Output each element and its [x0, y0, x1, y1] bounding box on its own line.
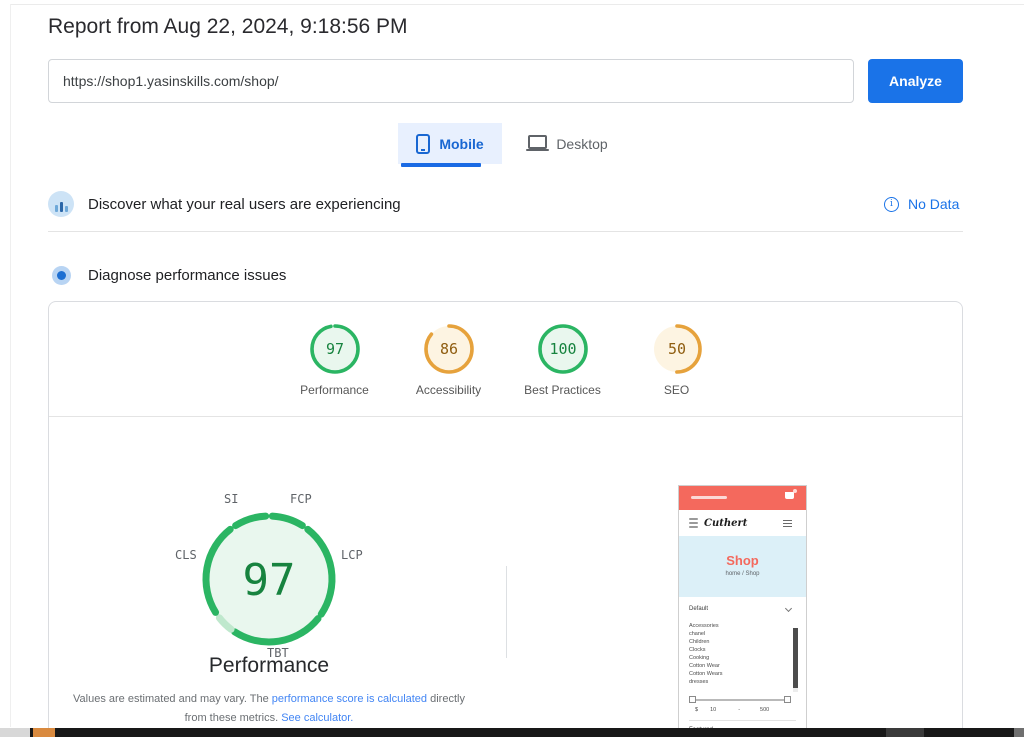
analyze-button[interactable]: Analyze [868, 59, 963, 103]
metric-label-fcp: FCP [290, 492, 312, 506]
page-screenshot-thumbnail: Cuthert Shop home / Shop Default Accesso… [678, 485, 807, 729]
thumb-category-item: chanel [689, 630, 777, 638]
score-ring-icon: 50 [650, 322, 704, 376]
tab-desktop-label: Desktop [556, 136, 607, 152]
field-data-section-title: Discover what your real users are experi… [88, 196, 401, 213]
slider-handle-left [689, 696, 696, 703]
tab-mobile-label: Mobile [439, 136, 483, 152]
no-data-link[interactable]: i No Data [884, 196, 959, 212]
thumb-category-item: Children [689, 638, 777, 646]
thumb-hero-title: Shop [679, 553, 806, 568]
svg-text:86: 86 [439, 340, 457, 358]
disclaimer-text-1: Values are estimated and may vary. The [73, 693, 272, 705]
viewport-top-edge [10, 4, 1024, 5]
score-label: Best Practices [524, 383, 601, 397]
slider-handle-right [784, 696, 791, 703]
score-gauge-performance[interactable]: 97 Performance [278, 322, 392, 397]
thumb-announcement-bar [679, 486, 806, 510]
active-tab-underline [401, 163, 481, 167]
thumb-category-item: Clocks [689, 646, 777, 654]
price-separator: - [738, 707, 740, 713]
thumb-topbar-text [691, 496, 727, 499]
thumb-site-header: Cuthert [679, 510, 806, 536]
score-ring-icon: 86 [422, 322, 476, 376]
chevron-down-icon [785, 604, 792, 611]
info-icon: i [884, 197, 899, 212]
real-users-icon [48, 191, 74, 217]
lab-data-section-title: Diagnose performance issues [88, 267, 286, 284]
thumb-price-slider [689, 696, 791, 703]
taskbar [0, 728, 1024, 737]
performance-score-link[interactable]: performance score is calculated [272, 693, 427, 705]
url-input[interactable] [48, 59, 854, 103]
thumb-sort-dropdown: Default [689, 606, 791, 612]
score-gauge-seo[interactable]: 50 SEO [620, 322, 734, 397]
thumb-logo-icon [689, 518, 698, 528]
metric-label-lcp: LCP [341, 548, 363, 562]
score-label: Performance [300, 383, 369, 397]
score-gauge-accessibility[interactable]: 86 Accessibility [392, 322, 506, 397]
thumb-hero: Shop home / Shop [679, 536, 806, 597]
thumb-breadcrumb: home / Shop [679, 571, 806, 577]
see-calculator-link[interactable]: See calculator. [281, 712, 353, 724]
score-gauge-best-practices[interactable]: 100 Best Practices [506, 322, 620, 397]
thumb-category-item: Cotton Wears [689, 670, 777, 678]
diagnose-icon [52, 266, 71, 285]
price-currency: $ [695, 707, 698, 713]
svg-text:100: 100 [549, 340, 576, 358]
thumb-divider [689, 720, 796, 721]
hamburger-icon [783, 520, 792, 529]
score-ring-icon: 100 [536, 322, 590, 376]
thumb-category-list: AccessorieschanelChildrenClocksCookingCo… [689, 622, 777, 686]
price-min: 10 [710, 707, 716, 713]
taskbar-icon-gray [886, 728, 924, 737]
performance-gauge-title: Performance [119, 654, 419, 678]
score-ring-icon: 97 [308, 322, 362, 376]
tab-desktop[interactable]: Desktop [512, 123, 624, 164]
category-scores-row: 97 Performance 86 Accessibility 100 Best Prac… [49, 322, 962, 397]
performance-gauge: 97 SI FCP LCP TBT CLS [174, 484, 364, 674]
thumb-category-item: Cotton Wear [689, 662, 777, 670]
report-card: 97 Performance 86 Accessibility 100 Best Prac… [48, 301, 963, 729]
score-label: SEO [664, 383, 689, 397]
thumb-price-row: $ 10 - 500 [689, 707, 791, 713]
score-disclaimer: Values are estimated and may vary. The p… [69, 690, 469, 729]
taskbar-icon-orange [33, 728, 55, 737]
mobile-phone-icon [416, 134, 430, 154]
thumb-sort-value: Default [689, 606, 708, 612]
desktop-laptop-icon [528, 135, 547, 149]
svg-text:50: 50 [667, 340, 685, 358]
taskbar-segment [0, 728, 30, 737]
metric-label-si: SI [224, 492, 238, 506]
tab-mobile[interactable]: Mobile [398, 123, 502, 164]
section-divider [48, 231, 963, 232]
metric-label-cls: CLS [175, 548, 197, 562]
score-label: Accessibility [416, 383, 481, 397]
viewport-left-edge [10, 4, 11, 727]
thumb-category-item: Cooking [689, 654, 777, 662]
thumb-category-item: Accessories [689, 622, 777, 630]
thumb-category-item: dresses [689, 678, 777, 686]
thumb-body: Default AccessorieschanelChildrenClocksC… [679, 597, 806, 729]
taskbar-corner [1014, 728, 1024, 737]
thumb-scrollbar [793, 628, 798, 692]
card-divider [49, 416, 962, 417]
vertical-divider [506, 566, 507, 658]
svg-text:97: 97 [243, 555, 296, 606]
slider-track [691, 699, 789, 701]
thumb-brand: Cuthert [704, 518, 747, 529]
page-title: Report from Aug 22, 2024, 9:18:56 PM [48, 15, 408, 39]
cart-icon [785, 492, 794, 499]
svg-text:97: 97 [325, 340, 343, 358]
thumb-scrollbar-thumb [793, 628, 798, 688]
price-max: 500 [760, 707, 769, 713]
pagespeed-report-screen: Report from Aug 22, 2024, 9:18:56 PM Ana… [0, 0, 1024, 737]
no-data-label: No Data [908, 196, 959, 212]
